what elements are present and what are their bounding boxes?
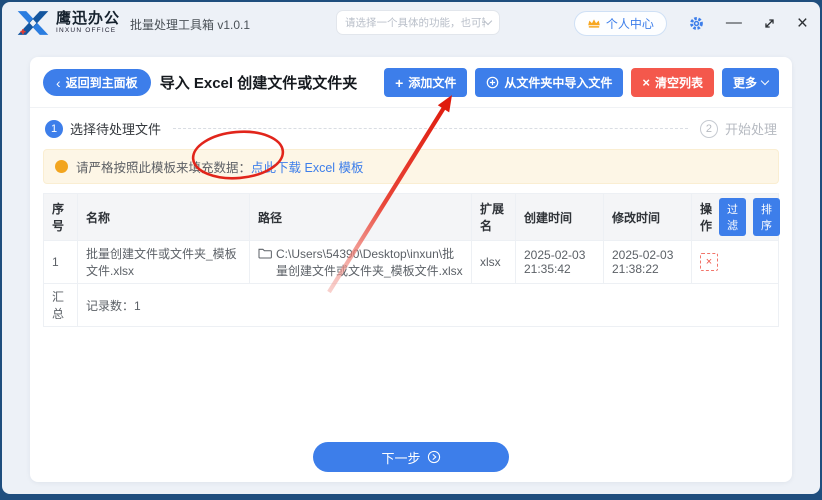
cell-modified: 2025-02-03 21:38:22 (603, 240, 692, 284)
cell-ext: xlsx (471, 240, 516, 284)
import-from-folder-button[interactable]: 从文件夹中导入文件 (475, 68, 624, 97)
template-warning-banner: 请严格按照此模板来填充数据： 点此下载 Excel 模板 (43, 149, 779, 184)
step-1-label: 选择待处理文件 (70, 122, 162, 137)
user-center-button[interactable]: 个人中心 (573, 10, 667, 36)
user-center-label: 个人中心 (605, 16, 654, 31)
path-text: C:\Users\54390\Desktop\inxun\批量创建文件或文件夹_… (276, 247, 463, 278)
col-header-actions: 操作 过滤 排序 (691, 193, 781, 241)
function-search-select[interactable] (336, 10, 500, 35)
brand-text: 鹰迅办公 INXUN OFFICE (56, 11, 120, 35)
main-panel: ‹ 返回到主面板 导入 Excel 创建文件或文件夹 + 添加文件 从文件夹中导… (30, 57, 792, 482)
cell-index: 1 (43, 240, 78, 284)
summary-row: 汇总 记录数：1 (43, 283, 779, 327)
summary-label: 汇总 (43, 283, 78, 327)
back-button-label: 返回到主面板 (65, 76, 138, 90)
delete-row-button[interactable]: × (700, 253, 718, 271)
step-2-label: 开始处理 (724, 122, 777, 137)
logo-x-icon (17, 11, 49, 35)
delete-icon: × (705, 256, 713, 268)
gear-icon (690, 16, 703, 30)
chevron-down-icon (760, 76, 770, 86)
cell-created: 2025-02-03 21:35:42 (515, 240, 604, 284)
titlebar-controls: 个人中心 — × (573, 2, 808, 44)
app-window: 鹰迅办公 INXUN OFFICE 批量处理工具箱 v1.0.1 个人中心 (2, 2, 820, 494)
clear-x-icon: × (642, 75, 650, 90)
col-header-created: 创建时间 (515, 193, 604, 241)
app-title: 批量处理工具箱 v1.0.1 (130, 17, 251, 32)
add-file-button[interactable]: + 添加文件 (384, 68, 468, 97)
minimize-icon: — (725, 14, 742, 31)
maximize-button[interactable] (763, 17, 776, 30)
back-to-dashboard-button[interactable]: ‹ 返回到主面板 (43, 69, 151, 96)
download-template-link[interactable]: 点此下载 Excel 模板 (251, 157, 364, 176)
crown-icon (588, 18, 600, 28)
col-header-ext: 扩展名 (471, 193, 516, 241)
close-button[interactable]: × (797, 14, 808, 33)
search-input[interactable] (345, 16, 485, 29)
step-2-circle: 2 (699, 119, 718, 138)
more-label: 更多 (732, 76, 757, 90)
step-connector (173, 128, 688, 129)
col-header-index: 序号 (43, 193, 78, 241)
import-circle-icon (487, 76, 499, 89)
file-table: 序号 名称 路径 扩展名 创建时间 修改时间 操作 过滤 排序 1 批量创建文件… (43, 193, 781, 327)
cell-name: 批量创建文件或文件夹_模板文件.xlsx (77, 240, 250, 284)
summary-value: 记录数：1 (77, 283, 779, 327)
maximize-icon (765, 18, 774, 28)
more-button[interactable]: 更多 (721, 68, 779, 97)
page-title: 导入 Excel 创建文件或文件夹 (159, 75, 358, 92)
col-header-modified: 修改时间 (603, 193, 692, 241)
close-icon: × (796, 12, 808, 34)
table-header-row: 序号 名称 路径 扩展名 创建时间 修改时间 操作 过滤 排序 (43, 193, 781, 241)
clear-list-label: 清空列表 (654, 76, 703, 90)
import-from-folder-label: 从文件夹中导入文件 (504, 76, 613, 90)
step-1-circle: 1 (45, 119, 63, 138)
chevron-down-icon (483, 16, 493, 26)
clear-list-button[interactable]: × 清空列表 (631, 68, 714, 97)
cell-path: C:\Users\54390\Desktop\inxun\批量创建文件或文件夹_… (249, 240, 472, 284)
app-logo: 鹰迅办公 INXUN OFFICE (16, 8, 120, 38)
step-indicator: 1 选择待处理文件 2 开始处理 (30, 108, 792, 147)
minimize-button[interactable]: — (726, 15, 742, 31)
next-step-button[interactable]: 下一步 (313, 442, 509, 472)
warning-dot-icon (55, 160, 68, 173)
back-chevron-icon: ‹ (56, 74, 61, 91)
table-row: 1 批量创建文件或文件夹_模板文件.xlsx C:\Users\54390\De… (43, 240, 779, 284)
banner-text: 请严格按照此模板来填充数据： (76, 161, 252, 175)
folder-icon (258, 248, 272, 259)
col-header-path: 路径 (249, 193, 472, 241)
plus-icon: + (395, 74, 404, 91)
settings-button[interactable] (688, 15, 705, 32)
sort-button[interactable]: 排序 (753, 198, 781, 236)
brand-name-en: INXUN OFFICE (56, 27, 117, 35)
toolbar: ‹ 返回到主面板 导入 Excel 创建文件或文件夹 + 添加文件 从文件夹中导… (30, 57, 792, 107)
next-arrow-icon (427, 450, 440, 464)
brand-name-cn: 鹰迅办公 (56, 10, 121, 28)
next-step-label: 下一步 (381, 450, 421, 466)
col-header-name: 名称 (77, 193, 250, 241)
titlebar: 鹰迅办公 INXUN OFFICE 批量处理工具箱 v1.0.1 个人中心 (2, 2, 820, 44)
cell-actions: × (691, 240, 779, 284)
filter-button[interactable]: 过滤 (719, 198, 747, 236)
actions-label: 操作 (700, 202, 713, 233)
add-file-label: 添加文件 (408, 76, 457, 90)
